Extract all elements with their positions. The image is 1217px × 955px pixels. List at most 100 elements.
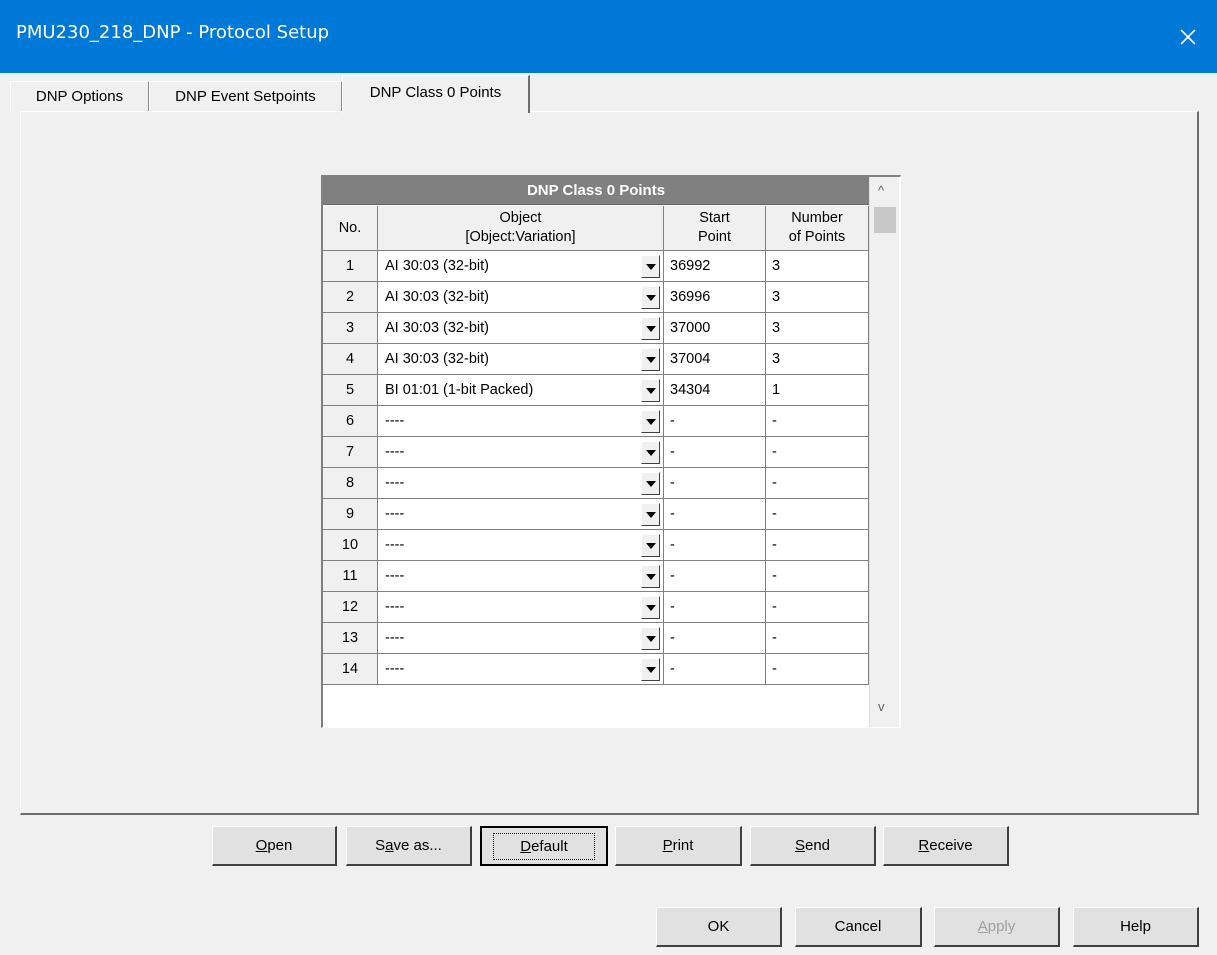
- scroll-up-icon[interactable]: ^: [878, 183, 884, 198]
- tab-label: DNP Class 0 Points: [369, 84, 502, 101]
- number-of-points-cell[interactable]: -: [766, 623, 869, 654]
- start-point-cell[interactable]: -: [664, 592, 766, 623]
- ok-button-label: OK: [707, 918, 730, 935]
- number-of-points-cell[interactable]: -: [766, 561, 869, 592]
- dropdown-arrow-icon[interactable]: [641, 441, 660, 464]
- table-row: 6 ---- - -: [323, 406, 869, 437]
- tab-dnp-options[interactable]: DNP Options: [10, 81, 149, 111]
- dropdown-arrow-icon[interactable]: [641, 317, 660, 340]
- default-button[interactable]: Default: [480, 826, 608, 866]
- number-of-points-cell-text: -: [772, 568, 777, 584]
- object-select-text: ----: [385, 599, 405, 615]
- object-select[interactable]: AI 30:03 (32-bit): [378, 282, 664, 313]
- scroll-down-icon[interactable]: v: [878, 699, 885, 714]
- dropdown-arrow-icon[interactable]: [641, 255, 660, 278]
- number-of-points-cell[interactable]: 3: [766, 251, 869, 282]
- object-select[interactable]: ----: [378, 406, 664, 437]
- receive-button-label: Receive: [918, 837, 973, 854]
- dropdown-arrow-icon[interactable]: [641, 286, 660, 309]
- number-of-points-cell[interactable]: 3: [766, 282, 869, 313]
- start-point-cell[interactable]: -: [664, 623, 766, 654]
- object-select[interactable]: ----: [378, 468, 664, 499]
- save-as-button[interactable]: Save as...: [346, 826, 472, 866]
- number-of-points-cell[interactable]: -: [766, 468, 869, 499]
- number-of-points-cell[interactable]: -: [766, 499, 869, 530]
- start-point-cell[interactable]: 36992: [664, 251, 766, 282]
- table-row: 7 ---- - -: [323, 437, 869, 468]
- number-of-points-cell[interactable]: -: [766, 592, 869, 623]
- start-point-cell[interactable]: -: [664, 530, 766, 561]
- row-number-cell-text: 3: [345, 320, 355, 336]
- start-point-cell[interactable]: -: [664, 654, 766, 685]
- object-select[interactable]: ----: [378, 654, 664, 685]
- dropdown-arrow-icon[interactable]: [641, 348, 660, 371]
- object-select[interactable]: ----: [378, 437, 664, 468]
- number-of-points-cell-text: 3: [772, 351, 781, 367]
- open-button[interactable]: Open: [212, 826, 337, 866]
- start-point-cell[interactable]: 34304: [664, 375, 766, 406]
- dropdown-arrow-icon[interactable]: [641, 503, 660, 526]
- dropdown-arrow-icon[interactable]: [641, 472, 660, 495]
- dropdown-arrow-icon[interactable]: [641, 410, 660, 433]
- dropdown-arrow-icon[interactable]: [641, 596, 660, 619]
- tab-dnp-class-0-points[interactable]: DNP Class 0 Points: [342, 75, 530, 113]
- close-icon: [1180, 28, 1196, 45]
- row-number-cell-text: 6: [345, 413, 355, 429]
- column-header-no: No.: [323, 206, 378, 251]
- send-button[interactable]: Send: [750, 826, 876, 866]
- row-number-cell-text: 4: [345, 351, 355, 367]
- class0-points-grid: DNP Class 0 Points No. Object [Object:Va…: [321, 175, 901, 728]
- ok-button[interactable]: OK: [656, 907, 782, 947]
- print-button[interactable]: Print: [615, 826, 742, 866]
- number-of-points-cell[interactable]: -: [766, 654, 869, 685]
- dropdown-arrow-icon[interactable]: [641, 658, 660, 681]
- number-of-points-cell[interactable]: -: [766, 530, 869, 561]
- scroll-thumb[interactable]: [874, 207, 896, 233]
- receive-button[interactable]: Receive: [883, 826, 1009, 866]
- row-number-cell: 1: [323, 251, 378, 282]
- column-header-object: Object [Object:Variation]: [378, 206, 664, 251]
- start-point-cell[interactable]: 37000: [664, 313, 766, 344]
- tab-dnp-event-setpoints[interactable]: DNP Event Setpoints: [149, 81, 342, 111]
- number-of-points-cell[interactable]: 3: [766, 313, 869, 344]
- object-select[interactable]: ----: [378, 592, 664, 623]
- apply-button[interactable]: Apply: [934, 907, 1060, 947]
- number-of-points-cell-text: -: [772, 506, 777, 522]
- dropdown-arrow-icon[interactable]: [641, 379, 660, 402]
- start-point-cell[interactable]: 37004: [664, 344, 766, 375]
- start-point-cell[interactable]: -: [664, 437, 766, 468]
- number-of-points-cell[interactable]: 1: [766, 375, 869, 406]
- start-point-cell[interactable]: -: [664, 468, 766, 499]
- object-select[interactable]: ----: [378, 499, 664, 530]
- cancel-button[interactable]: Cancel: [795, 907, 922, 947]
- start-point-cell[interactable]: -: [664, 499, 766, 530]
- dropdown-arrow-icon[interactable]: [641, 534, 660, 557]
- object-select[interactable]: AI 30:03 (32-bit): [378, 313, 664, 344]
- number-of-points-cell-text: -: [772, 537, 777, 553]
- number-of-points-cell-text: -: [772, 413, 777, 429]
- number-of-points-cell[interactable]: 3: [766, 344, 869, 375]
- number-of-points-cell-text: 1: [772, 382, 781, 398]
- table-row: 12 ---- - -: [323, 592, 869, 623]
- number-of-points-cell[interactable]: -: [766, 437, 869, 468]
- start-point-cell[interactable]: -: [664, 406, 766, 437]
- object-select[interactable]: ----: [378, 530, 664, 561]
- default-button-label: Default: [493, 832, 595, 860]
- object-select-text: ----: [385, 413, 405, 429]
- start-point-cell[interactable]: -: [664, 561, 766, 592]
- row-number-cell: 14: [323, 654, 378, 685]
- object-select[interactable]: BI 01:01 (1-bit Packed): [378, 375, 664, 406]
- object-select[interactable]: AI 30:03 (32-bit): [378, 251, 664, 282]
- object-select[interactable]: ----: [378, 561, 664, 592]
- object-select[interactable]: ----: [378, 623, 664, 654]
- vertical-scrollbar[interactable]: ^ v: [869, 177, 899, 727]
- start-point-cell[interactable]: 36996: [664, 282, 766, 313]
- row-number-cell-text: 10: [341, 537, 359, 553]
- dropdown-arrow-icon[interactable]: [641, 565, 660, 588]
- close-button[interactable]: [1159, 0, 1217, 73]
- help-button[interactable]: Help: [1073, 907, 1199, 947]
- number-of-points-cell[interactable]: -: [766, 406, 869, 437]
- start-point-cell-text: -: [670, 475, 675, 491]
- dropdown-arrow-icon[interactable]: [641, 627, 660, 650]
- object-select[interactable]: AI 30:03 (32-bit): [378, 344, 664, 375]
